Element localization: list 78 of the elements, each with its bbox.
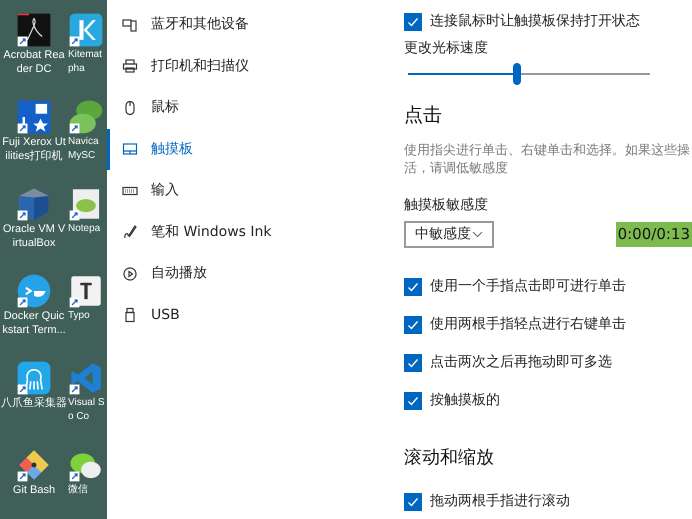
nav-item[interactable]: 鼠标: [107, 87, 390, 128]
app-icon: [68, 12, 104, 48]
checkbox-label: 拖动两根手指进行滚动: [430, 492, 570, 511]
shortcut-label: 八爪鱼采集器: [1, 396, 67, 410]
shortcut-label: der DC: [16, 62, 52, 76]
checkbox-label: 按触摸板的: [430, 391, 500, 410]
app-icon: [16, 12, 52, 48]
checkbox[interactable]: [404, 492, 422, 510]
desktop-shortcut[interactable]: Git Bash: [0, 447, 68, 519]
shortcut-label: Oracle VM V: [2, 222, 66, 236]
shortcut-label: Kitemat: [68, 48, 102, 62]
description-text: 活，请调低敏感度: [404, 160, 509, 178]
nav-item[interactable]: 笔和 Windows Ink: [107, 212, 390, 253]
shortcut-label: Docker Quic: [4, 309, 64, 323]
check-icon: [407, 318, 419, 330]
bluetooth-icon: [122, 16, 138, 33]
checkbox-label: 连接鼠标时让触摸板保持打开状态: [430, 12, 640, 31]
desktop-shortcut[interactable]: 微信: [68, 447, 107, 519]
shortcut-label: Notepa: [68, 222, 100, 236]
checkbox[interactable]: [404, 392, 422, 410]
shortcut-label: 微信: [68, 483, 88, 497]
check-icon: [407, 356, 419, 368]
checkbox[interactable]: [404, 316, 422, 334]
app-icon: [16, 99, 52, 135]
shortcut-label: MySC: [68, 149, 96, 163]
check-icon: [407, 16, 419, 28]
desktop-shortcut[interactable]: Visual S o Co: [68, 360, 107, 447]
shortcut-label: pha: [68, 62, 85, 76]
printer-icon: [122, 58, 138, 74]
shortcut-label: ilities打印机: [5, 149, 63, 163]
nav-item[interactable]: 打印机和扫描仪: [107, 46, 390, 87]
shortcut-label: Acrobat Rea: [3, 48, 65, 62]
check-icon: [407, 280, 419, 292]
checkbox[interactable]: [404, 278, 422, 296]
desktop-shortcut[interactable]: Docker Quic kstart Term...: [0, 273, 68, 360]
desktop-shortcut[interactable]: Acrobat Rea der DC: [0, 12, 68, 99]
touchpad-icon: [122, 141, 138, 158]
checkbox[interactable]: [404, 354, 422, 372]
shortcut-label: Navica: [68, 135, 99, 149]
checkbox-label: 使用两根手指轻点进行右键单击: [430, 315, 626, 334]
app-icon: [16, 273, 52, 309]
desktop-shortcut[interactable]: Fuji Xerox Ut ilities打印机: [0, 99, 68, 186]
autoplay-icon: [122, 266, 138, 282]
desktop-shortcut[interactable]: 八爪鱼采集器: [0, 360, 68, 447]
checkbox-label: 使用一个手指点击即可进行单击: [430, 277, 626, 296]
shortcut-label: irtualBox: [12, 236, 56, 250]
desktop-shortcut[interactable]: Notepa: [68, 186, 107, 273]
nav-item[interactable]: 触摸板: [107, 128, 390, 170]
desktop-shortcut[interactable]: Typo: [68, 273, 107, 360]
slider-label: 更改光标速度: [404, 39, 489, 58]
section-heading: 滚动和缩放: [404, 446, 495, 470]
pen-icon: [122, 224, 138, 240]
nav-item[interactable]: 蓝牙和其他设备: [107, 4, 390, 46]
checkbox-label: 点击两次之后再拖动即可多选: [430, 353, 612, 372]
shortcut-label: Git Bash: [12, 483, 56, 497]
section-heading: 点击: [404, 103, 443, 128]
nav-item[interactable]: 输入: [107, 170, 390, 212]
app-icon: [16, 360, 52, 396]
checkbox[interactable]: [404, 12, 422, 30]
check-icon: [407, 496, 419, 508]
sensitivity-dropdown[interactable]: 中敏感度: [404, 220, 494, 248]
shortcut-label: Fuji Xerox Ut: [2, 135, 66, 149]
shortcut-label: Typo: [68, 309, 90, 323]
field-label: 触摸板敏感度: [404, 196, 489, 214]
shortcut-label: o Co: [68, 410, 90, 424]
description-text: 使用指尖进行单击、右键单击和选择。如果这些操: [404, 142, 691, 160]
shortcut-label: kstart Term...: [2, 323, 66, 337]
nav-item[interactable]: USB: [107, 294, 390, 336]
video-time: 0:00/0:13: [616, 222, 692, 246]
slider-thumb[interactable]: [512, 63, 521, 85]
check-icon: [407, 394, 419, 406]
nav-item[interactable]: 自动播放: [107, 253, 390, 294]
shortcut-label: Visual S: [68, 396, 105, 410]
desktop-shortcut[interactable]: Kitemat pha: [68, 12, 107, 99]
desktop-shortcut[interactable]: Oracle VM V irtualBox: [0, 186, 68, 273]
chevron-icon: [472, 230, 483, 238]
app-icon: [68, 99, 104, 135]
desktop-shortcut[interactable]: Navica MySC: [68, 99, 107, 186]
